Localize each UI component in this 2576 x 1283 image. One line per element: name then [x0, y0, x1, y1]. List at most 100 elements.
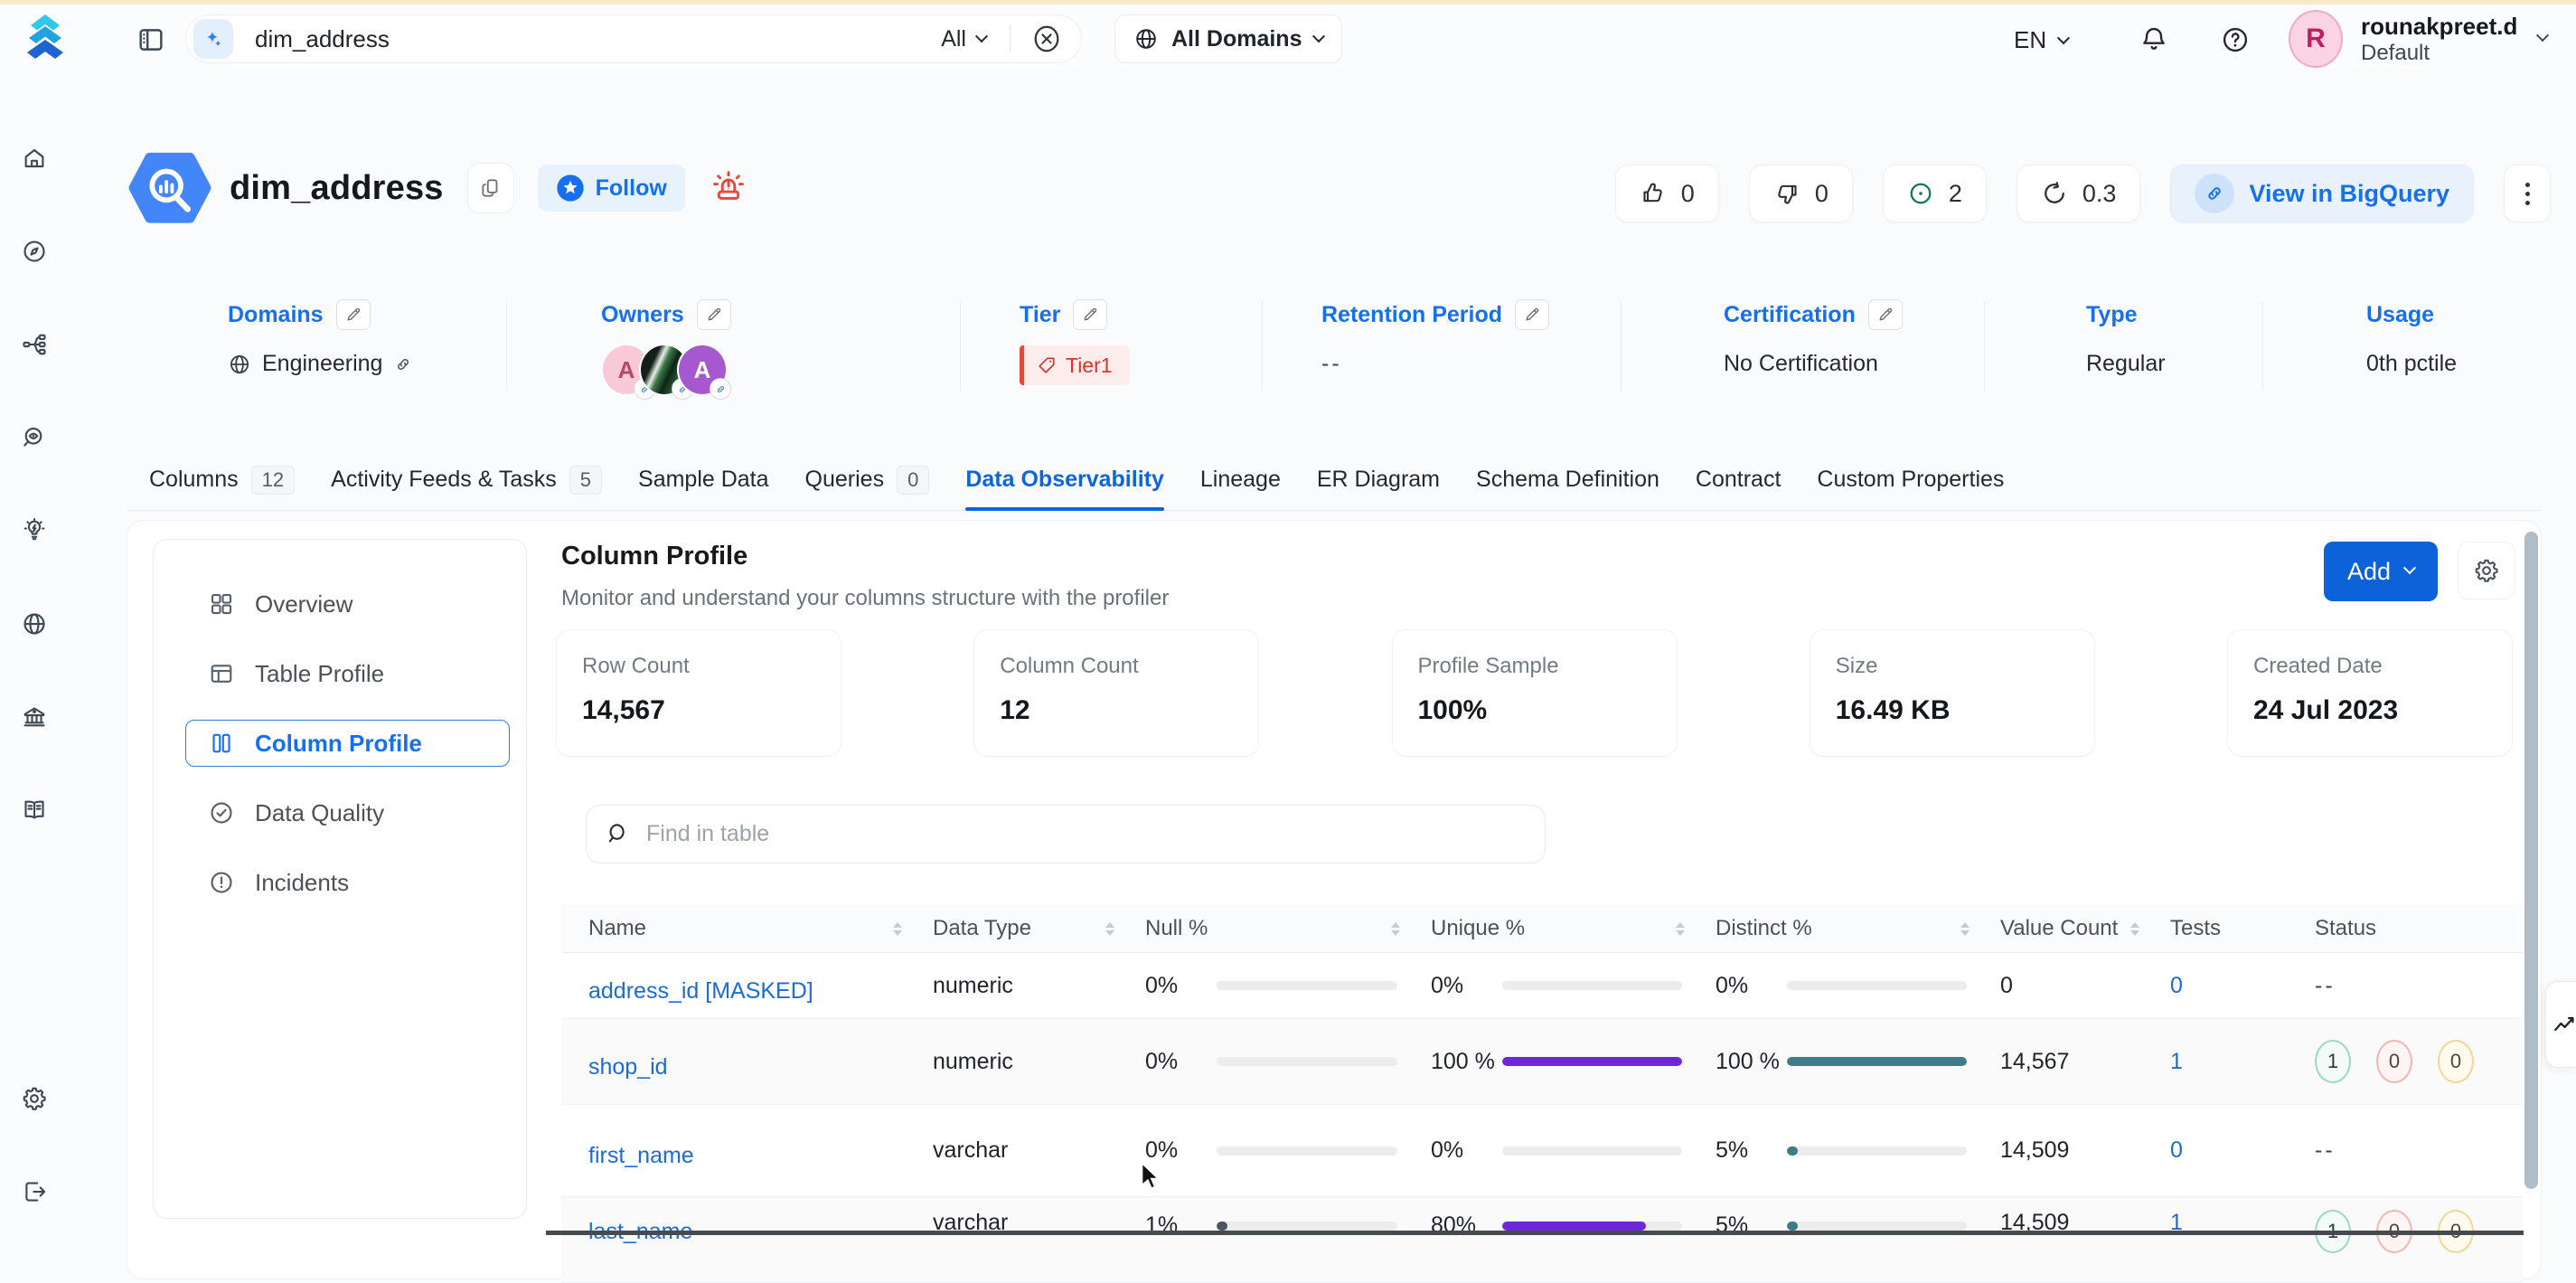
copy-name-button[interactable] [467, 163, 514, 213]
profiler-menu-data-quality[interactable]: Data Quality [185, 789, 510, 836]
tab-schema-definition[interactable]: Schema Definition [1476, 449, 1659, 511]
user-team: Default [2361, 40, 2517, 67]
column-name-link[interactable]: address_id [MASKED] [588, 978, 813, 1005]
column-header-label: Unique % [1431, 916, 1525, 941]
clear-search-icon[interactable] [1030, 23, 1063, 55]
sort-icon[interactable] [1391, 922, 1400, 936]
sidebar-item-domains[interactable] [0, 610, 68, 637]
profiler-menu-incidents[interactable]: Incidents [185, 859, 510, 906]
user-menu[interactable]: rounakpreet.d Default [2361, 13, 2517, 67]
sort-icon[interactable] [2130, 922, 2139, 936]
chevron-down-icon[interactable] [2536, 29, 2549, 42]
sidebar-item-knowledge-center[interactable] [0, 797, 68, 824]
section-subtitle: Monitor and understand your columns stru… [561, 586, 1169, 611]
tab-custom-properties[interactable]: Custom Properties [1817, 449, 2004, 511]
tab-label: Custom Properties [1817, 467, 2004, 493]
tests-link[interactable]: 0 [2170, 973, 2183, 998]
version-button[interactable]: 0.3 [2017, 165, 2141, 222]
help-icon[interactable] [2220, 24, 2251, 55]
follow-button[interactable]: Follow [538, 165, 685, 212]
divider [1010, 25, 1011, 52]
owner-avatar-3[interactable]: A [677, 344, 728, 396]
column-header-data-type[interactable]: Data Type [933, 916, 1145, 941]
view-in-bigquery-button[interactable]: View in BigQuery [2170, 165, 2474, 222]
find-in-table-input[interactable] [586, 805, 1546, 863]
sidebar-item-home[interactable] [0, 145, 68, 172]
edit-certification-button[interactable] [1868, 299, 1903, 330]
column-header-label: Value Count [2000, 916, 2118, 941]
tab-columns[interactable]: Columns12 [149, 449, 295, 511]
tab-sample-data[interactable]: Sample Data [638, 449, 769, 511]
column-header-unique[interactable]: Unique % [1431, 916, 1716, 941]
edit-retention-button[interactable] [1515, 299, 1549, 330]
collapsed-panel-button[interactable] [2545, 981, 2576, 1068]
column-header-distinct[interactable]: Distinct % [1716, 916, 2000, 941]
notifications-bell-icon[interactable] [2139, 24, 2169, 56]
more-actions-button[interactable] [2504, 165, 2551, 222]
tests-link[interactable]: 0 [2170, 1137, 2183, 1163]
alert-siren-icon[interactable] [709, 168, 748, 208]
profiler-menu-table-profile[interactable]: Table Profile [185, 650, 510, 697]
sidebar-item-settings[interactable] [0, 1085, 68, 1112]
profiler-menu-overview[interactable]: Overview [185, 580, 510, 627]
certification-value: No Certification [1724, 351, 1878, 377]
value-count-cell: 0 [2000, 973, 2170, 999]
null-pct-cell: 0% [1145, 970, 1431, 1002]
tab-lineage[interactable]: Lineage [1200, 449, 1281, 511]
status-cell: -- [2315, 973, 2523, 999]
column-header-value-count[interactable]: Value Count [2000, 916, 2170, 941]
column-name-link[interactable]: first_name [588, 1143, 694, 1169]
sidebar-item-logout[interactable] [0, 1178, 68, 1205]
book-icon [21, 797, 48, 824]
tab-label: ER Diagram [1317, 467, 1440, 493]
add-button[interactable]: Add [2324, 542, 2438, 601]
user-avatar[interactable]: R [2289, 10, 2343, 68]
domain-link[interactable]: Engineering [228, 351, 413, 377]
tab-data-observability[interactable]: Data Observability [965, 449, 1164, 511]
summary-card-size: Size16.49 KB [1810, 629, 2095, 757]
divider [960, 302, 961, 391]
tag-icon [1037, 355, 1057, 375]
edit-owners-button[interactable] [697, 299, 731, 330]
edit-tier-button[interactable] [1073, 299, 1107, 330]
profiler-settings-button[interactable] [2458, 542, 2515, 599]
downvote-button[interactable]: 0 [1749, 165, 1853, 222]
page-title: dim_address [230, 169, 444, 208]
tab-contract[interactable]: Contract [1696, 449, 1781, 511]
language-selector[interactable]: EN [2014, 26, 2068, 54]
sort-icon[interactable] [1105, 922, 1114, 936]
tests-link[interactable]: 1 [2170, 1049, 2183, 1074]
unique-pct-cell: 0% [1431, 1135, 1716, 1166]
edit-domains-button[interactable] [336, 299, 371, 330]
column-header-label: Status [2315, 916, 2376, 941]
progress-fill [1217, 1222, 1227, 1231]
tab-label: Schema Definition [1476, 467, 1659, 493]
column-header-null[interactable]: Null % [1145, 916, 1431, 941]
entity-tabs: Columns12 Activity Feeds & Tasks5 Sample D… [127, 449, 2542, 511]
sidebar-item-insights[interactable] [0, 517, 68, 544]
sort-icon[interactable] [1960, 922, 1970, 936]
column-name-link[interactable]: shop_id [588, 1054, 668, 1080]
tab-activity-feeds-tasks[interactable]: Activity Feeds & Tasks5 [331, 449, 602, 511]
tab-er-diagram[interactable]: ER Diagram [1317, 449, 1440, 511]
domain-filter-dropdown[interactable]: All Domains [1114, 14, 1342, 63]
sidebar-toggle-icon[interactable] [136, 24, 166, 56]
app-logo[interactable] [18, 12, 72, 64]
sort-icon[interactable] [1676, 922, 1685, 936]
tier-score-button[interactable]: 2 [1883, 165, 1987, 222]
search-input[interactable] [255, 25, 937, 53]
tab-badge: 0 [897, 466, 929, 495]
vertical-scrollbar[interactable] [2524, 532, 2538, 1189]
column-header-name[interactable]: Name [588, 916, 933, 941]
profiler-menu-column-profile[interactable]: Column Profile [185, 720, 510, 767]
sidebar-item-govern[interactable] [0, 703, 68, 731]
sort-icon[interactable] [893, 922, 902, 936]
tab-queries[interactable]: Queries0 [805, 449, 930, 511]
sidebar-item-explore[interactable] [0, 238, 68, 265]
sidebar-item-observability[interactable] [0, 424, 68, 451]
sidebar-item-lineage[interactable] [0, 331, 68, 358]
global-search[interactable]: All [185, 14, 1082, 63]
search-scope-dropdown[interactable]: All [937, 26, 990, 52]
link-icon [710, 378, 731, 400]
upvote-button[interactable]: 0 [1615, 165, 1719, 222]
